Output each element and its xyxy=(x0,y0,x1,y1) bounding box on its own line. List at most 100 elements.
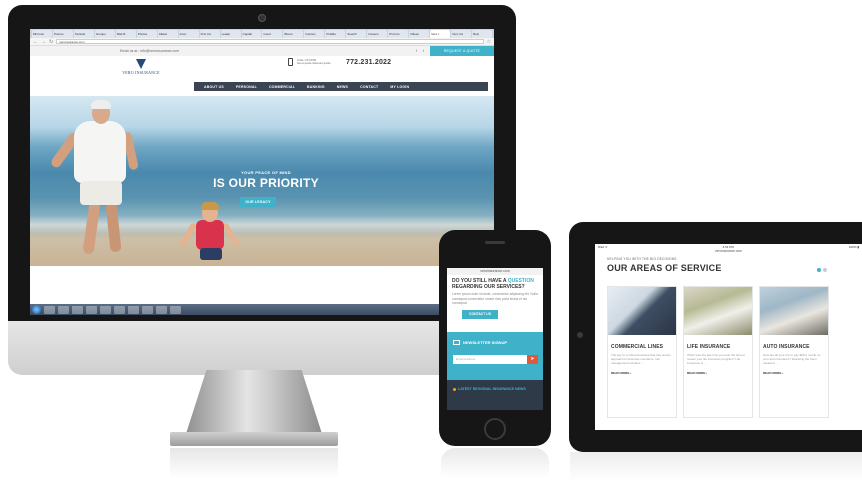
nav-item-login[interactable]: MY LOGIN xyxy=(384,85,415,89)
bullet-icon xyxy=(453,387,456,391)
service-card-life[interactable]: LIFE INSURANCE When was the last time yo… xyxy=(683,286,753,418)
browser-tab[interactable]: Search xyxy=(346,30,367,38)
nav-item-about[interactable]: ABOUT US xyxy=(198,85,230,89)
nav-item-commercial[interactable]: COMMERCIAL xyxy=(263,85,301,89)
browser-tab[interactable]: Tactical xyxy=(73,30,94,38)
newsletter-section: NEWSLETTER SIGNUP Email Address ➤ xyxy=(447,332,543,380)
logo-text: VERO INSURANCE xyxy=(122,70,160,75)
twitter-icon[interactable]: t xyxy=(423,49,424,53)
browser-tab[interactable]: Vero Ins xyxy=(451,30,472,38)
browser-tab[interactable]: Bisom xyxy=(283,30,304,38)
our-legacy-button[interactable]: OUR LEGACY xyxy=(240,197,276,207)
explorer-icon[interactable] xyxy=(44,305,55,314)
nav-item-news[interactable]: NEWS xyxy=(331,85,354,89)
service-card-auto[interactable]: AUTO INSURANCE How are all your tire to … xyxy=(759,286,829,418)
home-button[interactable] xyxy=(484,418,506,440)
service-photo xyxy=(760,287,828,335)
read-more-link[interactable]: READ MORE › xyxy=(608,366,676,375)
ipad-device: iPad ᯤ 4:51 PM 100% ▮ veroinsurance.com … xyxy=(569,222,862,452)
newsletter-email-input[interactable]: Email Address xyxy=(453,355,527,364)
topbar-contact[interactable]: Email us at : info@veroinsurance.com xyxy=(120,49,179,53)
tablet-screen: iPad ᯤ 4:51 PM 100% ▮ veroinsurance.com … xyxy=(595,244,862,430)
hero-photo-kid-shorts xyxy=(200,248,222,260)
browser-tab[interactable]: Premiu xyxy=(52,30,73,38)
hero-surf xyxy=(30,216,494,234)
contact-us-button[interactable]: CONTACT US xyxy=(462,309,498,319)
browser-tab-active[interactable]: Vero I xyxy=(430,30,451,38)
facebook-icon[interactable]: f xyxy=(416,49,417,53)
outlook-icon[interactable] xyxy=(170,305,181,314)
hero-photo-kid-shirt xyxy=(196,220,224,250)
hero-pretitle: YOUR PEACE OF MIND xyxy=(241,170,291,175)
read-more-link[interactable]: READ MORE › xyxy=(760,366,828,375)
browser-tab[interactable]: Villeen xyxy=(409,30,430,38)
main-nav: ABOUT US PERSONAL COMMERCIAL BANKING NEW… xyxy=(194,82,488,91)
latest-news-section: LATEST REGIONAL INSURANCE NEWS xyxy=(447,380,543,410)
carousel-dot[interactable] xyxy=(823,268,827,272)
imac-stand-foot xyxy=(170,432,338,446)
folder-icon[interactable] xyxy=(86,305,97,314)
request-quote-button[interactable]: REQUEST A QUOTE xyxy=(429,46,494,56)
address-bar[interactable]: veroinsurance.com xyxy=(56,39,484,44)
carousel-dot[interactable] xyxy=(817,268,821,272)
service-card-text: The key to a robust business that has pr… xyxy=(611,353,671,366)
ipad-reflection xyxy=(570,452,862,482)
logo[interactable]: VERO INSURANCE xyxy=(120,59,162,75)
browser-tab[interactable]: Insurl xyxy=(262,30,283,38)
ie-icon[interactable] xyxy=(58,305,69,314)
media-icon[interactable] xyxy=(72,305,83,314)
desktop-screen: MN Insu Premiu Tactical Groupo Mail fil … xyxy=(30,29,494,315)
browser-tab[interactable]: Photos xyxy=(136,30,157,38)
newsletter-title: NEWSLETTER SIGNUP xyxy=(453,340,507,345)
iphone-speaker xyxy=(485,241,505,244)
shield-icon xyxy=(136,59,146,69)
hero-photo-kid-hair xyxy=(201,202,219,210)
service-card-title: AUTO INSURANCE xyxy=(763,344,810,350)
browser-tab[interactable]: MN Insu xyxy=(32,30,52,38)
hero-photo-man-hair xyxy=(91,100,111,109)
phone-body-text: Lorem ipsum dolor sit amet, consectetur … xyxy=(452,292,538,306)
browser-tab[interactable]: Rely xyxy=(472,30,492,38)
phone-quote-label: Get a quote discount quote xyxy=(297,61,331,65)
phone-number[interactable]: 772.231.2022 xyxy=(346,59,391,66)
nav-item-contact[interactable]: CONTACT xyxy=(354,85,384,89)
firefox-icon[interactable] xyxy=(114,305,125,314)
browser-tab[interactable]: Leadp xyxy=(220,30,241,38)
browser-tab[interactable]: Insuran xyxy=(304,30,325,38)
browser-tab[interactable]: Invesco xyxy=(367,30,388,38)
browser-tab[interactable]: Insur xyxy=(178,30,199,38)
browser-tab[interactable]: Allstat xyxy=(157,30,178,38)
read-more-link[interactable]: READ MORE › xyxy=(684,366,752,375)
send-icon[interactable]: ➤ xyxy=(527,355,538,364)
phone-screen: veroinsurance.com DO YOU STILL HAVE A QU… xyxy=(447,268,543,410)
service-card-commercial[interactable]: COMMERCIAL LINES The key to a robust bus… xyxy=(607,286,677,418)
reload-icon[interactable]: ↻ xyxy=(49,39,53,45)
skype-icon[interactable] xyxy=(128,305,139,314)
tablet-carrier: iPad ᯤ xyxy=(598,245,608,249)
browser-tab-strip: MN Insu Premiu Tactical Groupo Mail fil … xyxy=(30,29,494,38)
star-icon[interactable]: ☆ xyxy=(487,39,491,45)
back-icon[interactable]: ← xyxy=(33,39,38,45)
browser-tab[interactable]: Groupo xyxy=(94,30,115,38)
browser-tab[interactable]: Mail fil xyxy=(115,30,136,38)
browser-tab[interactable]: Prot Ins xyxy=(199,30,220,38)
nav-item-personal[interactable]: PERSONAL xyxy=(230,85,263,89)
nav-item-banking[interactable]: BANKING xyxy=(301,85,331,89)
excel-icon[interactable] xyxy=(156,305,167,314)
hero-photo-man-shirt xyxy=(74,121,126,183)
start-icon[interactable] xyxy=(32,305,41,314)
browser-tab[interactable]: PinkRe xyxy=(325,30,346,38)
browser-toolbar: ← → ↻ veroinsurance.com ☆ xyxy=(30,38,494,46)
latest-news-heading[interactable]: LATEST REGIONAL INSURANCE NEWS xyxy=(453,387,526,391)
ipad-camera xyxy=(577,332,583,338)
browser-tab[interactable]: Capital xyxy=(241,30,262,38)
word-icon[interactable] xyxy=(142,305,153,314)
phone-url-bar[interactable]: veroinsurance.com xyxy=(447,268,543,275)
chrome-icon[interactable] xyxy=(100,305,111,314)
forward-icon[interactable]: → xyxy=(41,39,46,45)
browser-tab[interactable]: Prot Ins xyxy=(388,30,409,38)
tablet-url-bar[interactable]: veroinsurance.com xyxy=(595,249,862,253)
site-topbar: Email us at : info@veroinsurance.com f t… xyxy=(30,46,494,56)
hero-banner: YOUR PEACE OF MIND IS OUR PRIORITY OUR L… xyxy=(30,96,494,266)
imac-camera xyxy=(258,14,266,22)
